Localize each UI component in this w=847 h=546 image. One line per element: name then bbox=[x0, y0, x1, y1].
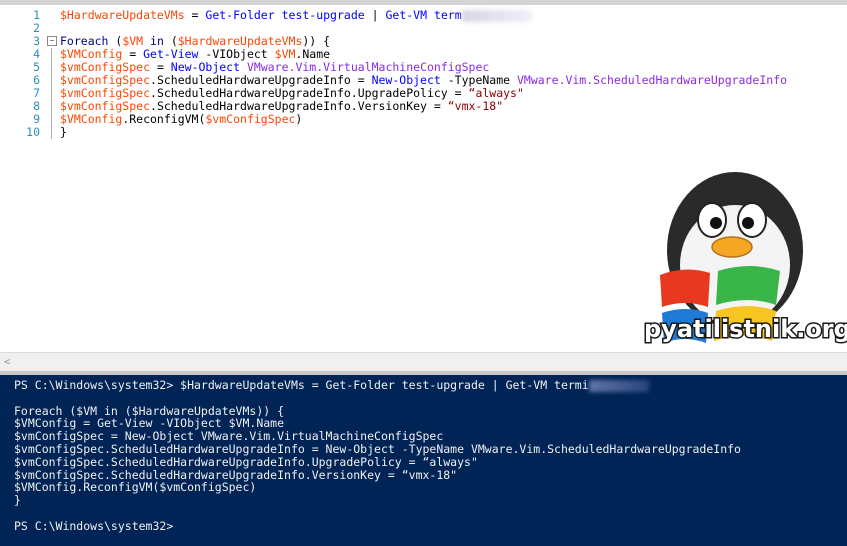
code-token: $HardwareUpdateVMs bbox=[60, 8, 185, 22]
code-token: term bbox=[433, 8, 462, 22]
console-line: $VMConfig.ReconfigVM($vmConfigSpec) bbox=[14, 481, 256, 494]
fold-guide bbox=[51, 48, 52, 139]
editor-line[interactable]: 10} bbox=[0, 126, 847, 139]
code-token: | bbox=[364, 8, 386, 22]
code-token: .Name bbox=[295, 47, 331, 61]
console-pane[interactable]: PS C:\Windows\system32> $HardwareUpdateV… bbox=[0, 375, 847, 546]
code-token: $VMConfig bbox=[60, 112, 123, 126]
console-text: $VMConfig.ReconfigVM($vmConfigSpec) bbox=[14, 480, 257, 495]
code-token: ( bbox=[108, 34, 123, 48]
penguin-icon bbox=[667, 172, 803, 328]
redacted-text bbox=[588, 379, 649, 392]
code-token: ( bbox=[170, 34, 178, 48]
code-token: “vmx-18" bbox=[447, 99, 504, 113]
code-token: “always" bbox=[468, 86, 524, 100]
code-token: VMware.Vim.ScheduledHardwareUpgradeInfo bbox=[517, 73, 788, 87]
watermark-logo: pyatilistnik.org bbox=[643, 172, 847, 345]
watermark-text: pyatilistnik.org bbox=[644, 315, 847, 343]
code-token: New-Object bbox=[371, 73, 441, 87]
code-token: VMware.Vim.VirtualMachineConfigSpec bbox=[246, 60, 490, 74]
code-token: = bbox=[184, 8, 206, 22]
code-token: .ScheduledHardwareUpgradeInfo.UpgradePol… bbox=[150, 86, 469, 100]
code-token: Get-Folder bbox=[205, 8, 275, 22]
code-token: .ScheduledHardwareUpgradeInfo.VersionKey… bbox=[150, 99, 448, 113]
code-token: = bbox=[150, 60, 171, 74]
code-token: .ReconfigVM( bbox=[122, 112, 206, 126]
code-text[interactable]: $VMConfig.ReconfigVM($vmConfigSpec) bbox=[60, 113, 302, 126]
code-token: test-upgrade bbox=[281, 8, 365, 22]
console-line: } bbox=[14, 494, 21, 507]
console-text: PS C:\Windows\system32> $HardwareUpdateV… bbox=[14, 378, 589, 392]
code-token: Get-View bbox=[143, 47, 199, 61]
code-token: $vmConfigSpec bbox=[60, 86, 151, 100]
code-token: $VM bbox=[122, 34, 144, 48]
code-token: )) { bbox=[302, 34, 331, 48]
console-text: PS C:\Windows\system32> bbox=[14, 518, 174, 533]
code-token: $HardwareUpdateVMs bbox=[177, 34, 303, 48]
editor-line[interactable]: 1 $HardwareUpdateVMs = Get-Folder test-up… bbox=[0, 9, 847, 22]
editor-line[interactable]: 9 $VMConfig.ReconfigVM($vmConfigSpec) bbox=[0, 113, 847, 126]
code-token: $vmConfigSpec bbox=[205, 112, 296, 126]
redacted-text bbox=[461, 9, 532, 22]
code-token: $VM bbox=[274, 47, 296, 61]
code-token: New-Object bbox=[170, 60, 241, 74]
collapse-icon[interactable]: − bbox=[47, 36, 57, 46]
code-token: Foreach bbox=[60, 34, 109, 48]
console-line: PS C:\Windows\system32> $HardwareUpdateV… bbox=[14, 379, 649, 392]
code-token: $VMConfig bbox=[60, 47, 123, 61]
code-text[interactable]: } bbox=[60, 126, 67, 139]
code-token: Get-VM bbox=[385, 8, 428, 22]
code-token: = bbox=[122, 47, 144, 61]
code-token: $vmConfigSpec bbox=[60, 73, 151, 87]
code-token: ) bbox=[295, 112, 303, 126]
scroll-left-icon[interactable]: < bbox=[4, 355, 11, 368]
console-text: } bbox=[14, 493, 21, 508]
code-token: in bbox=[143, 34, 171, 48]
line-number: 10 bbox=[26, 125, 40, 139]
code-token: $vmConfigSpec bbox=[60, 60, 151, 74]
code-text[interactable]: $HardwareUpdateVMs = Get-Folder test-upg… bbox=[60, 9, 532, 22]
code-token: } bbox=[60, 125, 67, 139]
console-line: PS C:\Windows\system32> bbox=[14, 518, 174, 533]
code-token: -TypeName bbox=[440, 73, 517, 87]
code-token: $vmConfigSpec bbox=[60, 99, 151, 113]
code-token: -VIObject bbox=[198, 47, 275, 61]
code-token: .ScheduledHardwareUpgradeInfo = bbox=[150, 73, 372, 87]
